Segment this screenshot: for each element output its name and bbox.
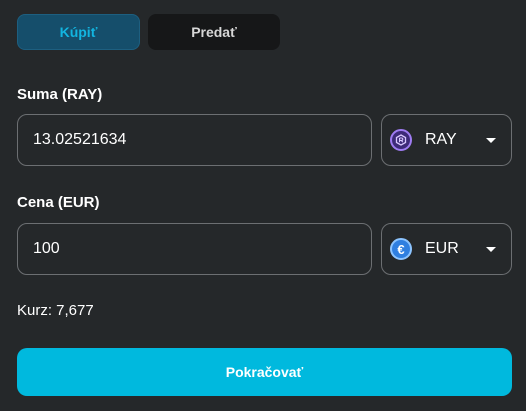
tab-buy[interactable]: Kúpiť — [17, 14, 140, 50]
euro-coin-icon: € — [390, 238, 412, 260]
price-currency-label: EUR — [425, 240, 459, 257]
raydium-coin-icon — [390, 129, 412, 151]
tab-sell[interactable]: Predať — [148, 14, 280, 50]
amount-input[interactable] — [33, 131, 371, 149]
price-currency-select[interactable]: € EUR — [381, 223, 512, 275]
exchange-rate: Kurz: 7,677 — [17, 302, 94, 319]
amount-currency-select[interactable]: RAY — [381, 114, 512, 166]
price-field[interactable] — [17, 223, 372, 275]
amount-field[interactable] — [17, 114, 372, 166]
price-label: Cena (EUR) — [17, 194, 100, 211]
chevron-down-icon — [486, 138, 496, 143]
amount-label: Suma (RAY) — [17, 86, 103, 103]
chevron-down-icon — [486, 247, 496, 252]
continue-button[interactable]: Pokračovať — [17, 348, 512, 396]
amount-currency-label: RAY — [425, 131, 457, 148]
price-input[interactable] — [33, 240, 371, 258]
